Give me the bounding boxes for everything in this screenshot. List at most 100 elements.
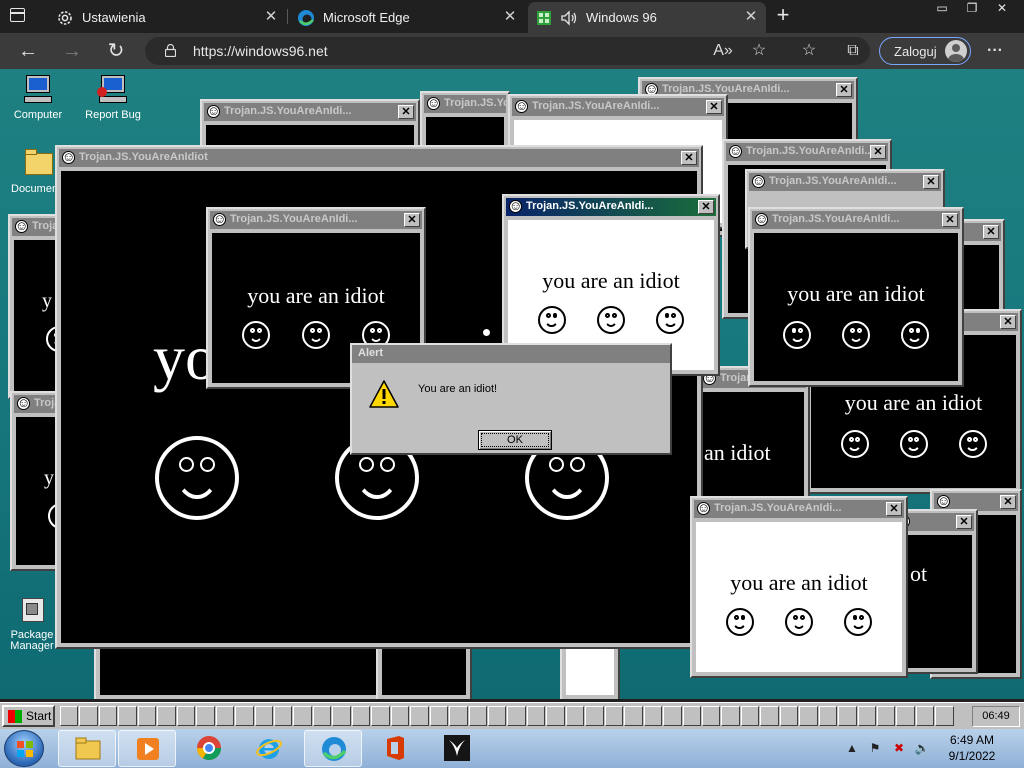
close-icon[interactable]: ✕ xyxy=(698,200,714,214)
taskbar-task-button[interactable] xyxy=(332,706,351,726)
taskbar-task-button[interactable] xyxy=(487,706,507,726)
forward-icon[interactable]: → xyxy=(59,39,85,63)
close-icon[interactable]: ✕ xyxy=(742,8,760,26)
taskbar-task-button[interactable] xyxy=(721,706,740,726)
close-icon[interactable]: ✕ xyxy=(706,100,722,114)
show-hidden-icons-icon[interactable]: ▲ xyxy=(844,741,860,755)
taskbar-task-button[interactable] xyxy=(449,706,468,726)
desktop-icon-package-manager[interactable]: Package Manager xyxy=(2,594,62,652)
close-icon[interactable]: ✕ xyxy=(836,83,852,97)
taskbar-task-button[interactable] xyxy=(468,706,487,726)
taskbar-task-button[interactable] xyxy=(118,706,137,726)
tab-windows-96[interactable]: Windows 96 ✕ xyxy=(528,2,766,33)
taskbar-edge[interactable] xyxy=(304,730,362,767)
taskbar-task-button[interactable] xyxy=(79,706,98,726)
taskbar-task-button[interactable] xyxy=(799,706,818,726)
read-aloud-icon[interactable]: A» xyxy=(712,41,734,61)
taskbar-task-button[interactable] xyxy=(429,706,449,726)
taskbar-task-button[interactable] xyxy=(663,706,682,726)
favorites-icon[interactable]: ☆ xyxy=(798,41,820,61)
taskbar-explorer[interactable] xyxy=(58,730,116,767)
taskbar-task-button[interactable] xyxy=(604,706,624,726)
system-clock[interactable]: 6:49 AM 9/1/2022 xyxy=(940,732,1004,764)
lock-icon[interactable] xyxy=(165,44,176,57)
taskbar-task-button[interactable] xyxy=(507,706,526,726)
taskbar-task-button[interactable] xyxy=(254,706,273,726)
taskbar-task-button[interactable] xyxy=(157,706,176,726)
sign-in-button[interactable]: Zaloguj xyxy=(879,37,971,65)
taskbar-task-button[interactable] xyxy=(565,706,585,726)
close-icon[interactable]: ✕ xyxy=(956,515,972,529)
close-icon[interactable]: ✕ xyxy=(1000,495,1016,509)
close-icon[interactable]: ✕ xyxy=(886,502,902,516)
windows-start-button[interactable] xyxy=(4,730,44,767)
network-error-icon[interactable]: ✖ xyxy=(891,741,907,755)
taskbar-task-button[interactable] xyxy=(273,706,293,726)
action-center-icon[interactable]: ⚑ xyxy=(867,741,883,755)
taskbar-task-button[interactable] xyxy=(60,706,79,726)
add-favorite-icon[interactable]: ☆ xyxy=(748,41,770,61)
taskbar-task-button[interactable] xyxy=(215,706,235,726)
taskbar-task-button[interactable] xyxy=(98,706,118,726)
taskbar-task-button[interactable] xyxy=(176,706,196,726)
taskbar-internet-explorer[interactable] xyxy=(240,730,298,767)
taskbar-task-button[interactable] xyxy=(196,706,215,726)
taskbar-task-button[interactable] xyxy=(915,706,935,726)
taskbar-task-button[interactable] xyxy=(293,706,312,726)
taskbar-task-button[interactable] xyxy=(740,706,760,726)
taskbar-task-button[interactable] xyxy=(701,706,721,726)
refresh-icon[interactable]: ↻ xyxy=(103,39,129,63)
taskbar-task-button[interactable] xyxy=(235,706,254,726)
taskbar-task-button[interactable] xyxy=(546,706,565,726)
restore-icon[interactable]: ❐ xyxy=(956,0,988,16)
taskbar-task-button[interactable] xyxy=(312,706,332,726)
volume-icon[interactable]: 🔈 xyxy=(914,741,930,755)
taskbar-task-button[interactable] xyxy=(390,706,410,726)
close-icon[interactable]: ✕ xyxy=(870,145,886,159)
new-tab-button[interactable]: + xyxy=(772,4,794,27)
taskbar-task-button[interactable] xyxy=(643,706,663,726)
taskbar-app[interactable] xyxy=(428,730,486,767)
desktop-icon-documents[interactable]: Documents xyxy=(2,147,62,195)
taskbar-task-button[interactable] xyxy=(585,706,604,726)
back-icon[interactable]: ← xyxy=(15,39,41,63)
taskbar-task-button[interactable] xyxy=(818,706,838,726)
close-icon[interactable]: ✕ xyxy=(404,213,420,227)
close-icon[interactable]: ✕ xyxy=(398,105,414,119)
alert-dialog[interactable]: Alert You are an idiot! OK xyxy=(350,343,672,455)
taskbar-task-button[interactable] xyxy=(371,706,390,726)
desktop-icon-computer[interactable]: Computer xyxy=(2,73,74,121)
close-icon[interactable]: ✕ xyxy=(1000,315,1016,329)
taskbar-task-button[interactable] xyxy=(624,706,643,726)
taskbar-task-button[interactable] xyxy=(682,706,701,726)
close-icon[interactable]: ✕ xyxy=(942,213,958,227)
close-icon[interactable]: ✕ xyxy=(681,151,697,165)
close-icon[interactable]: ✕ xyxy=(262,8,280,26)
taskbar-task-button[interactable] xyxy=(760,706,779,726)
tab-microsoft-edge[interactable]: Microsoft Edge ✕ xyxy=(289,2,525,33)
popup-window[interactable]: Trojan.JS.YouAreAnIdi... ✕ you are an idi… xyxy=(690,496,908,678)
taskbar-task-button[interactable] xyxy=(896,706,915,726)
taskbar-media-player[interactable] xyxy=(118,730,176,767)
taskbar-office[interactable] xyxy=(366,730,424,767)
close-icon[interactable]: ✕ xyxy=(501,8,519,26)
taskbar-task-button[interactable] xyxy=(526,706,546,726)
taskbar-task-button[interactable] xyxy=(410,706,429,726)
taskbar-task-button[interactable] xyxy=(351,706,371,726)
taskbar-task-button[interactable] xyxy=(935,706,954,726)
taskbar-chrome[interactable] xyxy=(180,730,238,767)
taskbar-task-button[interactable] xyxy=(779,706,799,726)
minimize-icon[interactable]: ▭ xyxy=(926,0,958,16)
collections-icon[interactable]: ⧉ xyxy=(842,41,864,61)
taskbar-task-button[interactable] xyxy=(838,706,857,726)
taskbar-task-button[interactable] xyxy=(857,706,877,726)
taskbar-task-button[interactable] xyxy=(137,706,157,726)
tab-settings[interactable]: Ustawienia ✕ xyxy=(48,2,286,33)
taskbar-task-button[interactable] xyxy=(877,706,896,726)
popup-window[interactable]: Trojan.JS.YouAreAnIdi... ✕ you are an idi… xyxy=(748,207,964,387)
ok-button[interactable]: OK xyxy=(478,430,552,450)
start-button[interactable]: Start xyxy=(2,705,55,727)
close-icon[interactable]: ✕ xyxy=(923,175,939,189)
speaker-icon[interactable] xyxy=(560,9,578,26)
tab-actions-icon[interactable] xyxy=(10,8,25,22)
